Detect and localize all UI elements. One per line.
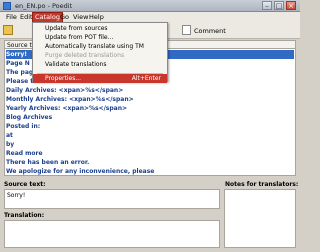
window-title: en_EN.po - Poedit (15, 2, 73, 10)
app-icon (3, 2, 11, 10)
menu-item-label: Update from POT file... (45, 34, 114, 41)
list-item[interactable]: by (6, 140, 14, 149)
menu-auto-translate[interactable]: Automatically translate using TM (33, 42, 167, 51)
comment-button[interactable]: Comment (194, 27, 226, 35)
title-bar: en_EN.po - Poedit – □ × (0, 0, 300, 12)
comment-icon[interactable] (182, 25, 191, 35)
close-button[interactable]: × (286, 1, 296, 10)
list-item[interactable]: at (6, 131, 13, 140)
translation-label: Translation: (4, 212, 45, 219)
list-item[interactable]: Yearly Archives: <xpan>%s</span> (6, 104, 127, 113)
catalog-dropdown-menu: Update from sources Update from POT file… (32, 22, 168, 83)
menu-properties[interactable]: Properties... Alt+Enter (33, 74, 167, 83)
list-item[interactable]: Page N (6, 59, 30, 68)
menu-update-from-sources[interactable]: Update from sources (33, 24, 167, 33)
menu-help[interactable]: Help (87, 12, 106, 22)
list-item[interactable]: Please t (6, 77, 33, 86)
minimize-button[interactable]: – (262, 1, 272, 10)
maximize-button[interactable]: □ (274, 1, 284, 10)
list-item[interactable]: Posted in: (6, 122, 40, 131)
list-item[interactable]: Daily Archives: <xpan>%s</span> (6, 86, 123, 95)
translation-field[interactable] (4, 220, 220, 248)
notes-field[interactable] (224, 189, 296, 248)
menu-item-label: Properties... (45, 75, 82, 82)
list-item[interactable]: Monthly Archives: <xpan>%s</span> (6, 95, 134, 104)
menu-bar: File Edit Catalog Go View Help (0, 12, 300, 24)
menu-item-shortcut: Alt+Enter (131, 75, 161, 82)
menu-item-label: Purge deleted translations (45, 52, 125, 59)
list-item[interactable]: Read more (6, 149, 43, 158)
source-text-field: Sorry! (4, 189, 220, 209)
menu-item-label: Update from sources (45, 25, 108, 32)
list-item[interactable]: We apologize for any inconvenience, plea… (6, 167, 154, 176)
source-text-label: Source text: (4, 181, 46, 188)
menu-go[interactable]: Go (58, 12, 71, 22)
menu-purge-deleted: Purge deleted translations (33, 51, 167, 60)
open-folder-icon[interactable] (3, 25, 13, 35)
menu-file[interactable]: File (4, 12, 19, 22)
source-text-value: Sorry! (7, 192, 26, 199)
menu-update-from-pot[interactable]: Update from POT file... (33, 33, 167, 42)
menu-item-label: Validate translations (45, 61, 107, 68)
list-item[interactable]: There has been an error. (6, 158, 89, 167)
menu-validate-translations[interactable]: Validate translations (33, 60, 167, 69)
notes-label: Notes for translators: (225, 181, 299, 188)
menu-item-label: Automatically translate using TM (45, 43, 144, 50)
list-item[interactable]: Blog Archives (6, 113, 52, 122)
list-item[interactable]: The pag (6, 68, 33, 77)
